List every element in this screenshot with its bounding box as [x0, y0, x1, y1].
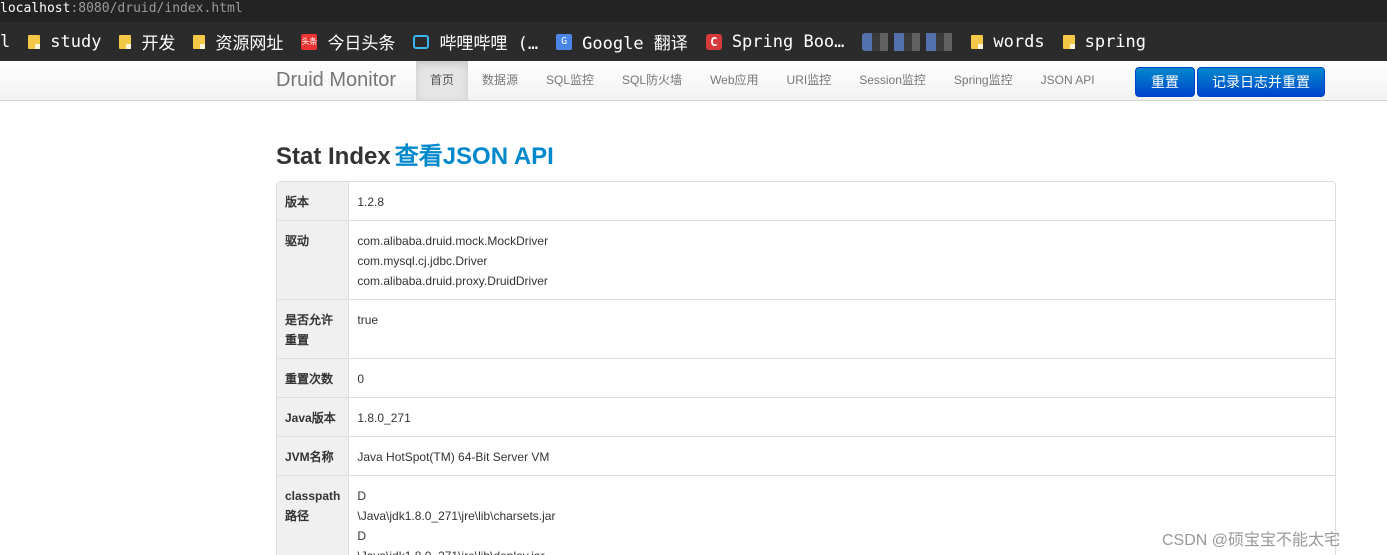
bookmark-label: 哔哩哔哩 (…: [439, 34, 539, 54]
value-line: D: [357, 489, 367, 503]
log-and-reset-button[interactable]: 记录日志并重置: [1197, 67, 1325, 97]
bookmark-label: Google 翻译: [582, 34, 688, 54]
row-value: 0: [349, 358, 1335, 397]
folder-icon: [971, 34, 984, 49]
bookmark-dev[interactable]: 开发: [119, 29, 175, 54]
bookmark-label: words: [993, 31, 1045, 52]
nav-item-wall[interactable]: SQL防火墙: [608, 61, 696, 100]
nav-item-session[interactable]: Session监控: [845, 61, 940, 100]
bookmark-resources[interactable]: 资源网址: [193, 29, 283, 54]
row-key: classpath路径: [277, 475, 350, 555]
nav-item-datasource[interactable]: 数据源: [468, 61, 532, 100]
row-key: JVM名称: [277, 436, 350, 475]
value-line: \Java\jdk1.8.0_271\jre\lib\charsets.jar: [357, 509, 556, 523]
value-line: 1.2.8: [357, 195, 385, 209]
row-key: Java版本: [277, 397, 350, 436]
csdn-watermark: CSDN @硕宝宝不能太宅: [1162, 532, 1341, 549]
bookmarks-bar: l study 开发 资源网址 头条 今日头条 哔哩哔哩 (… G Google 翻…: [0, 22, 1387, 61]
toutiao-icon: 头条: [301, 33, 318, 50]
row-key: 是否允许重置: [277, 299, 350, 358]
value-line: 1.8.0_271: [357, 411, 411, 425]
nav-item-json-api[interactable]: JSON API: [1027, 61, 1109, 100]
bookmark-label: 今日头条: [327, 34, 396, 54]
nav-item-spring[interactable]: Spring监控: [940, 61, 1027, 100]
csdn-icon: C: [705, 33, 722, 50]
nav-item-sql[interactable]: SQL监控: [532, 61, 608, 100]
table-row: 版本 1.2.8: [277, 182, 1335, 220]
bookmark-l[interactable]: l: [0, 32, 10, 52]
value-line: com.alibaba.druid.mock.MockDriver: [357, 234, 549, 248]
table-row: 驱动 com.alibaba.druid.mock.MockDriver com…: [277, 220, 1335, 299]
row-value: com.alibaba.druid.mock.MockDriver com.my…: [349, 220, 1335, 299]
value-line: com.mysql.cj.jdbc.Driver: [357, 254, 488, 268]
nav-menu: 首页 数据源 SQL监控 SQL防火墙 Web应用 URI监控 Session监…: [416, 61, 1109, 100]
bookmark-spring-boot[interactable]: C Spring Boo…: [705, 31, 845, 52]
reset-button[interactable]: 重置: [1135, 67, 1195, 97]
row-value: 1.8.0_271: [349, 397, 1335, 436]
value-line: com.alibaba.druid.proxy.DruidDriver: [357, 274, 548, 288]
page-title-text: Stat Index: [276, 143, 391, 170]
table-row: Java版本 1.8.0_271: [277, 397, 1335, 436]
json-api-link[interactable]: 查看JSON API: [395, 143, 554, 170]
folder-icon: [28, 34, 41, 49]
table-row: 是否允许重置 true: [277, 299, 1335, 358]
bookmark-google-translate[interactable]: G Google 翻译: [556, 29, 688, 54]
bookmark-label: spring: [1084, 31, 1147, 52]
brand-title[interactable]: Druid Monitor: [276, 69, 396, 92]
nav-item-uri[interactable]: URI监控: [773, 61, 846, 100]
bookmark-spring[interactable]: spring: [1062, 31, 1147, 52]
row-key: 版本: [277, 182, 350, 220]
url-host: localhost: [0, 1, 71, 16]
bookmark-bilibili[interactable]: 哔哩哔哩 (…: [413, 29, 538, 54]
bookmark-label: 资源网址: [215, 34, 284, 54]
row-value: Java HotSpot(TM) 64-Bit Server VM: [349, 436, 1335, 475]
value-line: Java HotSpot(TM) 64-Bit Server VM: [357, 450, 550, 464]
bookmark-study[interactable]: study: [28, 32, 101, 52]
bilibili-icon: [413, 34, 430, 49]
bookmark-words[interactable]: words: [971, 31, 1045, 52]
bookmark-label: Spring Boo…: [731, 31, 845, 52]
bookmark-label: study: [50, 31, 102, 52]
stat-table: 版本 1.2.8 驱动 com.alibaba.druid.mock.MockD…: [276, 181, 1336, 555]
bookmark-label: l: [0, 31, 11, 52]
value-line: 0: [357, 372, 365, 386]
address-bar[interactable]: localhost:8080/druid/index.html: [0, 0, 1387, 22]
row-key: 驱动: [277, 220, 350, 299]
table-row: JVM名称 Java HotSpot(TM) 64-Bit Server VM: [277, 436, 1335, 475]
druid-navbar: Druid Monitor 首页 数据源 SQL监控 SQL防火墙 Web应用 …: [0, 61, 1387, 101]
bookmark-toutiao[interactable]: 头条 今日头条: [301, 29, 395, 54]
nav-item-webapp[interactable]: Web应用: [696, 61, 772, 100]
row-value: true: [349, 299, 1335, 358]
folder-icon: [1062, 34, 1075, 49]
page-title: Stat Index 查看JSON API: [276, 136, 554, 171]
blurred-bookmark[interactable]: [862, 32, 958, 51]
nav-item-home[interactable]: 首页: [416, 61, 469, 100]
row-value: 1.2.8: [349, 182, 1335, 220]
row-key: 重置次数: [277, 358, 350, 397]
folder-icon: [119, 34, 132, 49]
google-translate-icon: G: [556, 33, 573, 50]
table-row: 重置次数 0: [277, 358, 1335, 397]
value-line: true: [357, 313, 379, 327]
bookmark-label: 开发: [141, 34, 176, 54]
url-path: :8080/druid/index.html: [70, 1, 243, 16]
folder-icon: [193, 34, 206, 49]
